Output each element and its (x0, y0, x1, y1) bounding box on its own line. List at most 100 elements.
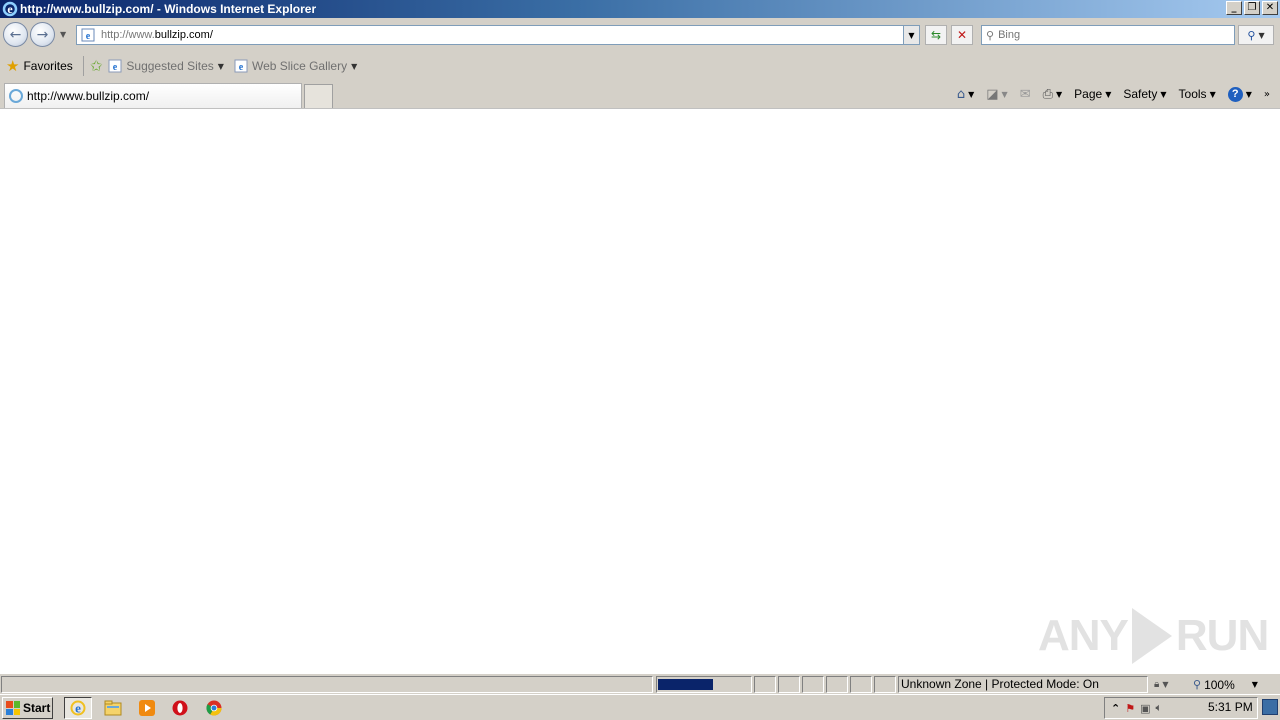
favorites-bar: ★ Favorites ✩ e Suggested Sites ▼ e Web … (0, 52, 1280, 80)
search-input[interactable] (998, 29, 1219, 41)
safety-menu-label: Safety (1123, 87, 1158, 101)
help-menu[interactable]: ? ▼ (1224, 85, 1256, 103)
zoom-icon: ⚲ (1193, 678, 1202, 691)
close-button[interactable]: ✕ (1262, 1, 1278, 15)
page-menu[interactable]: Page ▼ (1070, 85, 1115, 103)
chevron-down-icon: ▼ (1160, 89, 1167, 99)
media-player-icon (139, 700, 155, 716)
tools-menu[interactable]: Tools ▼ (1175, 85, 1220, 103)
tab-bullzip[interactable]: http://www.bullzip.com/ (4, 83, 302, 108)
taskbar-chrome[interactable] (200, 697, 228, 719)
chevron-down-icon: ▼ (1105, 89, 1112, 99)
start-button[interactable]: Start (2, 697, 53, 719)
new-tab-button[interactable] (304, 84, 333, 108)
show-desktop-button[interactable] (1262, 699, 1278, 715)
navigation-bar: ← → ▼ e http://www.bullzip.com/ ▼ ⇆ ✕ ⚲ … (0, 18, 1280, 52)
loading-spinner-icon (9, 89, 23, 103)
taskbar-file-explorer[interactable] (99, 697, 127, 719)
window-controls: _ ❐ ✕ (1226, 1, 1278, 15)
chevron-down-icon: ▼ (1162, 680, 1169, 689)
chrome-icon (206, 700, 222, 716)
ie-page-icon: e (234, 59, 248, 73)
mail-icon: ✉ (1019, 86, 1031, 102)
taskbar-media-player[interactable] (133, 697, 161, 719)
network-icon[interactable]: ▣ (1140, 702, 1150, 715)
search-box[interactable]: ⚲ (981, 25, 1235, 45)
web-slice-gallery-link[interactable]: e Web Slice Gallery ▼ (234, 59, 357, 73)
stop-button[interactable]: ✕ (951, 25, 973, 45)
zoom-level: 100% (1204, 677, 1235, 692)
page-icon: e (81, 28, 95, 42)
read-mail-button[interactable]: ✉ (1016, 85, 1035, 103)
action-center-icon[interactable]: ⚑ (1125, 702, 1135, 715)
minimize-button[interactable]: _ (1226, 1, 1242, 15)
status-pane (802, 676, 824, 693)
rss-feed-icon: ◪ (986, 86, 999, 102)
show-hidden-icons-button[interactable]: ⌃ (1111, 702, 1120, 715)
play-icon (1131, 608, 1172, 664)
chevron-down-icon: ▼ (1209, 89, 1216, 99)
search-button[interactable]: ⚲ ▼ (1238, 25, 1274, 45)
favorites-separator (82, 56, 84, 76)
taskbar-internet-explorer[interactable]: e (64, 697, 92, 719)
restore-button[interactable]: ❐ (1244, 1, 1260, 15)
ie-logo-icon: e (2, 1, 18, 17)
favorites-label: Favorites (23, 59, 73, 73)
security-zone-text: Unknown Zone | Protected Mode: On (898, 676, 1148, 693)
print-button[interactable]: ⎙ ▼ (1039, 85, 1067, 103)
help-icon: ? (1227, 86, 1243, 102)
address-bar[interactable]: e http://www.bullzip.com/ ▼ (76, 25, 920, 45)
tab-row: http://www.bullzip.com/ ⌂ ▼ ◪ ▼ ✉ ⎙ ▼ Pa… (0, 80, 1280, 108)
watermark-text-right: RUN (1175, 611, 1269, 660)
page-content (0, 108, 1280, 673)
lock-icon: 🔒︎ (1154, 679, 1160, 690)
command-bar-overflow-button[interactable]: » (1260, 85, 1274, 103)
ie-page-icon: e (108, 59, 122, 73)
add-to-favorites-bar-button[interactable]: ✩ (90, 58, 103, 74)
home-button[interactable]: ⌂ ▼ (953, 85, 978, 103)
web-slice-gallery-label: Web Slice Gallery (251, 59, 348, 73)
printer-icon: ⎙ (1042, 86, 1054, 102)
start-label: Start (23, 701, 51, 715)
address-url[interactable]: http://www.bullzip.com/ (101, 29, 213, 41)
double-chevron-icon: » (1263, 88, 1270, 100)
feeds-button[interactable]: ◪ ▼ (982, 85, 1011, 103)
status-pane (778, 676, 800, 693)
svg-text:e: e (7, 2, 13, 16)
status-pane (826, 676, 848, 693)
internet-explorer-icon: e (70, 700, 86, 716)
svg-text:e: e (113, 62, 118, 73)
zoom-control[interactable]: ⚲ 100% ▼ (1191, 676, 1269, 693)
suggested-sites-link[interactable]: e Suggested Sites ▼ (108, 59, 224, 73)
safety-menu[interactable]: Safety ▼ (1119, 85, 1170, 103)
search-options-dropdown[interactable]: ▼ (1258, 31, 1264, 40)
home-icon: ⌂ (956, 86, 966, 102)
volume-icon[interactable]: 🔈︎ (1156, 701, 1163, 715)
refresh-button[interactable]: ⇆ (925, 25, 947, 45)
taskbar-opera[interactable] (166, 697, 194, 719)
stop-icon: ✕ (956, 28, 968, 42)
status-text-pane (1, 676, 653, 693)
taskbar: Start e ⌃ ⚑ ▣ 🔈︎ 5:31 PM (0, 694, 1280, 720)
watermark-logo: ANY RUN (1038, 608, 1269, 664)
title-bar: e http://www.bullzip.com/ - Windows Inte… (0, 0, 1280, 18)
progress-fill (658, 679, 713, 690)
chevron-down-icon: ▼ (351, 61, 358, 71)
chevron-down-icon: ▼ (217, 61, 224, 71)
back-button[interactable]: ← (3, 22, 28, 47)
favorites-star-icon: ★ (6, 56, 20, 75)
opera-icon (172, 700, 188, 716)
favorites-button[interactable]: ★ Favorites (6, 56, 73, 75)
search-provider-icon: ⚲ (986, 28, 995, 42)
suggested-sites-label: Suggested Sites (126, 59, 214, 73)
forward-button[interactable]: → (30, 22, 55, 47)
address-url-prefix: http://www. (101, 29, 155, 41)
loading-progress-bar (656, 676, 752, 693)
watermark-text-left: ANY (1038, 611, 1129, 660)
address-dropdown-button[interactable]: ▼ (903, 26, 919, 44)
clock[interactable]: 5:31 PM (1208, 700, 1253, 714)
recent-pages-dropdown[interactable]: ▼ (60, 30, 66, 39)
svg-text:e: e (86, 31, 91, 42)
protected-mode-button[interactable]: 🔒︎ ▼ (1150, 676, 1188, 693)
windows-flag-icon (6, 701, 20, 715)
